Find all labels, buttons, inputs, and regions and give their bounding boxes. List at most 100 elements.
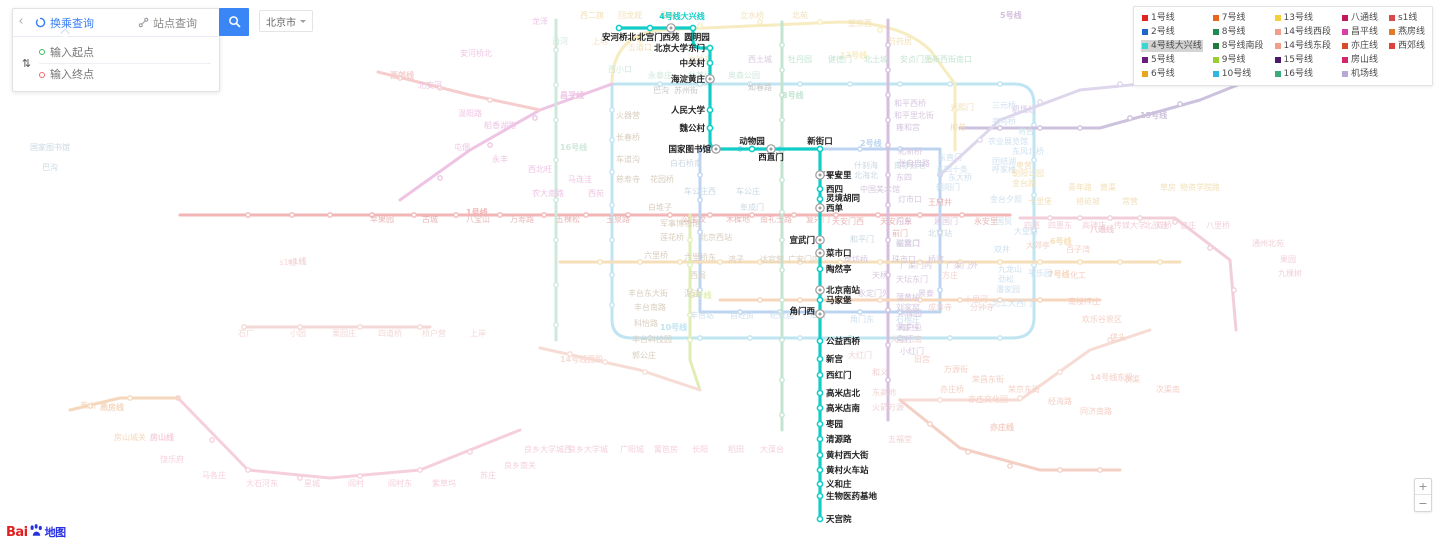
- legend-item[interactable]: 昌平线: [1341, 26, 1379, 38]
- legend-item[interactable]: 5号线: [1141, 54, 1203, 66]
- line-legend[interactable]: 1号线 7号线 13号线 八通线 s1线 2号线 8号线 14号线西段 昌平线 燕房线 4号线大兴线…: [1133, 6, 1433, 86]
- background-station-label: 达官营: [760, 254, 784, 264]
- station-marker[interactable]: [706, 44, 714, 52]
- background-station-label: 东高地: [872, 387, 896, 397]
- background-station-label: 物资学院路: [1180, 182, 1220, 192]
- swap-column: ⇅: [13, 57, 39, 70]
- legend-item[interactable]: 9号线: [1212, 54, 1265, 66]
- station-marker[interactable]: [816, 389, 824, 397]
- legend-item[interactable]: 10号线: [1212, 68, 1265, 80]
- zoom-in-button[interactable]: +: [1415, 479, 1431, 495]
- station-marker[interactable]: [816, 337, 824, 345]
- background-station-label: 长阳: [692, 444, 708, 454]
- station-marker[interactable]: [816, 404, 824, 412]
- legend-item[interactable]: 1号线: [1141, 12, 1203, 24]
- legend-item[interactable]: 8号线南段: [1212, 40, 1265, 52]
- legend-item[interactable]: 房山线: [1341, 54, 1379, 66]
- legend-item[interactable]: 16号线: [1274, 68, 1332, 80]
- background-station-label: 苏州街: [674, 85, 698, 95]
- background-station-label: 丰台站: [690, 310, 714, 320]
- station-marker[interactable]: [816, 371, 824, 379]
- start-field-row[interactable]: [39, 41, 211, 63]
- background-station-label: 房山城关: [114, 432, 146, 442]
- legend-item[interactable]: s1线: [1388, 12, 1426, 24]
- background-station-label: 慈寿寺: [616, 174, 640, 184]
- start-input[interactable]: [50, 45, 211, 59]
- station-marker[interactable]: [816, 515, 824, 523]
- legend-label: 16号线: [1283, 69, 1313, 79]
- legend-item[interactable]: 8号线: [1212, 26, 1265, 38]
- station-marker[interactable]: [615, 24, 623, 32]
- legend-item[interactable]: 燕房线: [1388, 26, 1426, 38]
- legend-item[interactable]: 4号线大兴线: [1141, 40, 1203, 52]
- background-station-dot: [885, 172, 891, 178]
- background-line: [176, 396, 522, 480]
- background-station-dot: [779, 209, 785, 215]
- station-marker[interactable]: [816, 185, 824, 193]
- line-4-name-label: 4号线大兴线: [659, 11, 705, 21]
- search-button[interactable]: [219, 8, 249, 36]
- end-field-row[interactable]: [39, 63, 211, 85]
- swap-endpoints-button[interactable]: ⇅: [22, 57, 31, 70]
- background-station-dot: [1172, 219, 1178, 225]
- station-marker[interactable]: [816, 195, 824, 203]
- background-station-dot: [885, 237, 891, 243]
- station-marker[interactable]: [816, 492, 824, 500]
- background-line-label: 房山线: [150, 432, 174, 442]
- background-station-dot: [877, 259, 883, 265]
- station-marker[interactable]: [816, 265, 824, 273]
- station-marker[interactable]: [816, 145, 824, 153]
- station-marker[interactable]: [706, 124, 714, 132]
- background-station-label: 东单: [896, 216, 912, 226]
- station-marker[interactable]: [646, 24, 654, 32]
- legend-item[interactable]: 机场线: [1341, 68, 1379, 80]
- station-marker[interactable]: [748, 145, 756, 153]
- station-marker[interactable]: [816, 420, 824, 428]
- station-marker[interactable]: [816, 451, 824, 459]
- zoom-out-button[interactable]: −: [1415, 495, 1431, 511]
- end-input[interactable]: [50, 68, 211, 81]
- tab-transfer-query[interactable]: 换乘查询: [13, 9, 116, 36]
- legend-item[interactable]: 八通线: [1341, 12, 1379, 24]
- tab-station-query[interactable]: 站点查询: [116, 9, 219, 36]
- legend-item[interactable]: 7号线: [1212, 12, 1265, 24]
- transfer-icon: [35, 17, 46, 28]
- background-station-label: 回龙观: [618, 10, 642, 20]
- legend-item[interactable]: 亦庄线: [1341, 40, 1379, 52]
- legend-item[interactable]: 西郊线: [1388, 40, 1426, 52]
- back-button[interactable]: ‹: [14, 12, 28, 30]
- city-label: 北京市: [266, 17, 296, 29]
- station-marker[interactable]: [816, 435, 824, 443]
- station-marker[interactable]: [689, 24, 697, 32]
- legend-item[interactable]: 15号线: [1274, 54, 1332, 66]
- station-marker[interactable]: [816, 466, 824, 474]
- background-station-label: 阎村: [348, 478, 364, 488]
- line-4-path[interactable]: [617, 26, 822, 521]
- legend-color-swatch: [1341, 43, 1348, 49]
- legend-item[interactable]: 14号线西段: [1274, 26, 1332, 38]
- background-station-dot: [779, 177, 785, 183]
- legend-item[interactable]: 2号线: [1141, 26, 1203, 38]
- baidu-maps-logo[interactable]: Bai 地图: [6, 524, 66, 540]
- legend-item[interactable]: 14号线东段: [1274, 40, 1332, 52]
- legend-label: 1号线: [1151, 13, 1175, 23]
- background-station-label: 西二旗: [580, 10, 604, 20]
- station-marker[interactable]: [816, 355, 824, 363]
- station-marker[interactable]: [816, 480, 824, 488]
- background-station-label: 万寿路: [510, 214, 534, 224]
- station-marker[interactable]: [706, 106, 714, 114]
- transfer-station-core: [708, 77, 712, 81]
- background-station-label: 什刹海: [854, 160, 878, 170]
- legend-item[interactable]: 13号线: [1274, 12, 1332, 24]
- legend-color-swatch: [1274, 15, 1281, 21]
- legend-item[interactable]: 6号线: [1141, 68, 1203, 80]
- station-marker[interactable]: [706, 59, 714, 67]
- station-label: 枣园: [825, 419, 843, 430]
- legend-label: 9号线: [1221, 55, 1246, 65]
- station-marker[interactable]: [816, 296, 824, 304]
- city-selector[interactable]: 北京市: [259, 10, 313, 32]
- background-station-dot: [297, 475, 303, 481]
- station-label: 西红门: [826, 370, 852, 381]
- legend-label: 昌平线: [1350, 27, 1378, 37]
- background-line-label: 8号线: [782, 90, 804, 100]
